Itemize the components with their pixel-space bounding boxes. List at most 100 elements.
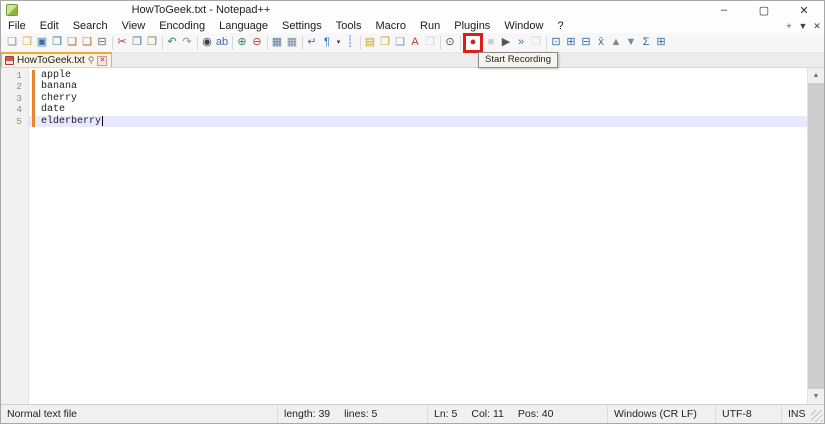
tab-close-icon[interactable]: ✕ (97, 56, 107, 66)
save-macro-icon[interactable]: ❐ (529, 35, 543, 50)
line-number-gutter: 12345 (1, 68, 29, 404)
sync-horizontal-scroll-icon[interactable]: ▦ (285, 35, 299, 50)
eol-text: Windows (CR LF) (614, 408, 697, 420)
menu-item-file[interactable]: File (1, 20, 33, 32)
menu-bar: FileEditSearchViewEncodingLanguageSettin… (1, 19, 824, 33)
menu-item-window[interactable]: Window (497, 20, 550, 32)
line-text: cherry (41, 93, 77, 104)
menu-item-encoding[interactable]: Encoding (152, 20, 212, 32)
tab-howtogeek[interactable]: HowToGeek.txt ⚲ ✕ (1, 52, 112, 67)
line-text: elderberry (41, 116, 101, 127)
menu-item-language[interactable]: Language (212, 20, 275, 32)
table-plus-icon[interactable]: ⊞ (654, 35, 668, 50)
title-bar: HowToGeek.txt - Notepad++ – ▢ ✕ (1, 1, 824, 19)
editor-line-4[interactable]: date (29, 104, 807, 115)
start-recording-tooltip: Start Recording (478, 52, 558, 68)
close-tab-x-icon[interactable]: ✕ (810, 21, 824, 32)
tab-list-dropdown-icon[interactable]: ▼ (796, 21, 810, 31)
show-symbols-dropdown-icon[interactable]: ▾ (335, 35, 342, 50)
paste-icon[interactable]: ❒ (145, 35, 159, 50)
menu-item-view[interactable]: View (115, 20, 153, 32)
folder-as-workspace-icon[interactable]: ❒ (423, 35, 437, 50)
run-macro-multiple-icon[interactable]: » (514, 35, 528, 50)
text-caret (102, 116, 103, 126)
save-icon[interactable]: ▣ (35, 35, 49, 50)
change-history-marker (32, 70, 35, 81)
undo-icon[interactable]: ↶ (165, 35, 179, 50)
line-number: 5 (1, 116, 28, 127)
menu-item-macro[interactable]: Macro (368, 20, 413, 32)
sync-vertical-scroll-icon[interactable]: ▦ (270, 35, 284, 50)
new-tab-plus-icon[interactable]: + (782, 21, 796, 31)
menu-item-search[interactable]: Search (66, 20, 115, 32)
line-number: 1 (1, 70, 28, 81)
pin-icon[interactable]: ⚲ (88, 55, 95, 66)
menu-item-tools[interactable]: Tools (329, 20, 369, 32)
replace-icon[interactable]: ab (215, 35, 229, 50)
new-file-icon[interactable]: ❏ (5, 35, 19, 50)
playback-macro-icon[interactable]: ▶ (499, 35, 513, 50)
line-text: banana (41, 81, 77, 92)
find-icon[interactable]: ◉ (200, 35, 214, 50)
stop-recording-icon[interactable]: ■ (484, 35, 498, 50)
export-pdf-icon[interactable]: A (408, 35, 422, 50)
tab-bar: HowToGeek.txt ⚲ ✕ (1, 53, 824, 68)
menu-item-[interactable]: ? (550, 20, 570, 32)
triangle-up-icon[interactable]: ▲ (609, 35, 623, 50)
zoom-in-icon[interactable]: ⊕ (235, 35, 249, 50)
col-text: Col: 11 (471, 408, 504, 420)
function-list-icon[interactable]: ▤ (363, 35, 377, 50)
scrollbar-thumb[interactable] (808, 83, 824, 389)
redo-icon[interactable]: ↷ (180, 35, 194, 50)
start-recording-icon[interactable]: ● (466, 35, 480, 50)
status-eol-format: Windows (CR LF) (608, 405, 716, 423)
show-all-characters-icon[interactable]: ¶ (320, 35, 334, 50)
window-controls: – ▢ ✕ (704, 1, 824, 19)
encoding-text: UTF-8 (722, 408, 752, 420)
xbar-statistics-icon[interactable]: x̄ (594, 35, 608, 50)
document-map-icon[interactable]: ❐ (378, 35, 392, 50)
grid-icon[interactable]: ⊞ (564, 35, 578, 50)
close-button[interactable]: ✕ (784, 1, 824, 19)
maximize-button[interactable]: ▢ (744, 1, 784, 19)
minimize-button[interactable]: – (704, 1, 744, 19)
status-encoding: UTF-8 (716, 405, 782, 423)
document-switcher-icon[interactable]: ⊡ (549, 35, 563, 50)
menu-item-settings[interactable]: Settings (275, 20, 329, 32)
print-icon[interactable]: ⊟ (95, 35, 109, 50)
indent-guide-icon[interactable]: ┊ (343, 35, 357, 50)
grid-rows-icon[interactable]: ⊟ (579, 35, 593, 50)
notepad-plus-plus-window: HowToGeek.txt - Notepad++ – ▢ ✕ FileEdit… (0, 0, 825, 424)
menu-item-edit[interactable]: Edit (33, 20, 66, 32)
line-text: date (41, 104, 65, 115)
sigma-sum-icon[interactable]: Σ (639, 35, 653, 50)
word-wrap-icon[interactable]: ↵ (305, 35, 319, 50)
open-folder-icon[interactable]: ❒ (20, 35, 34, 50)
copy-icon[interactable]: ❐ (130, 35, 144, 50)
scroll-down-arrow-icon[interactable]: ▼ (808, 389, 824, 404)
triangle-down-icon[interactable]: ▼ (624, 35, 638, 50)
line-text: apple (41, 70, 71, 81)
toolbar: ❏❒▣❐❏❑⊟✂❐❒↶↷◉ab⊕⊖▦▦↵¶▾┊▤❐❑A❒⊙●■▶»❐⊡⊞⊟x̄▲… (1, 33, 824, 53)
resize-grip[interactable] (811, 410, 823, 422)
scroll-up-arrow-icon[interactable]: ▲ (808, 68, 824, 83)
editor-line-3[interactable]: cherry (29, 93, 807, 104)
text-content-area[interactable]: applebananacherrydateelderberry (29, 68, 807, 404)
document-list-icon[interactable]: ❑ (393, 35, 407, 50)
monitoring-eye-icon[interactable]: ⊙ (443, 35, 457, 50)
pos-text: Pos: 40 (518, 408, 554, 420)
insert-mode-text: INS (788, 408, 806, 420)
close-file-icon[interactable]: ❏ (65, 35, 79, 50)
close-all-files-icon[interactable]: ❑ (80, 35, 94, 50)
menu-item-run[interactable]: Run (413, 20, 447, 32)
editor-line-1[interactable]: apple (29, 70, 807, 81)
lines-text: lines: 5 (344, 408, 377, 420)
editor-area[interactable]: 12345 applebananacherrydateelderberry ▲ … (1, 68, 824, 404)
zoom-out-icon[interactable]: ⊖ (250, 35, 264, 50)
menu-item-plugins[interactable]: Plugins (447, 20, 497, 32)
editor-line-5[interactable]: elderberry (29, 116, 807, 127)
editor-line-2[interactable]: banana (29, 81, 807, 92)
save-all-icon[interactable]: ❐ (50, 35, 64, 50)
cut-icon[interactable]: ✂ (115, 35, 129, 50)
vertical-scrollbar[interactable]: ▲ ▼ (807, 68, 824, 404)
